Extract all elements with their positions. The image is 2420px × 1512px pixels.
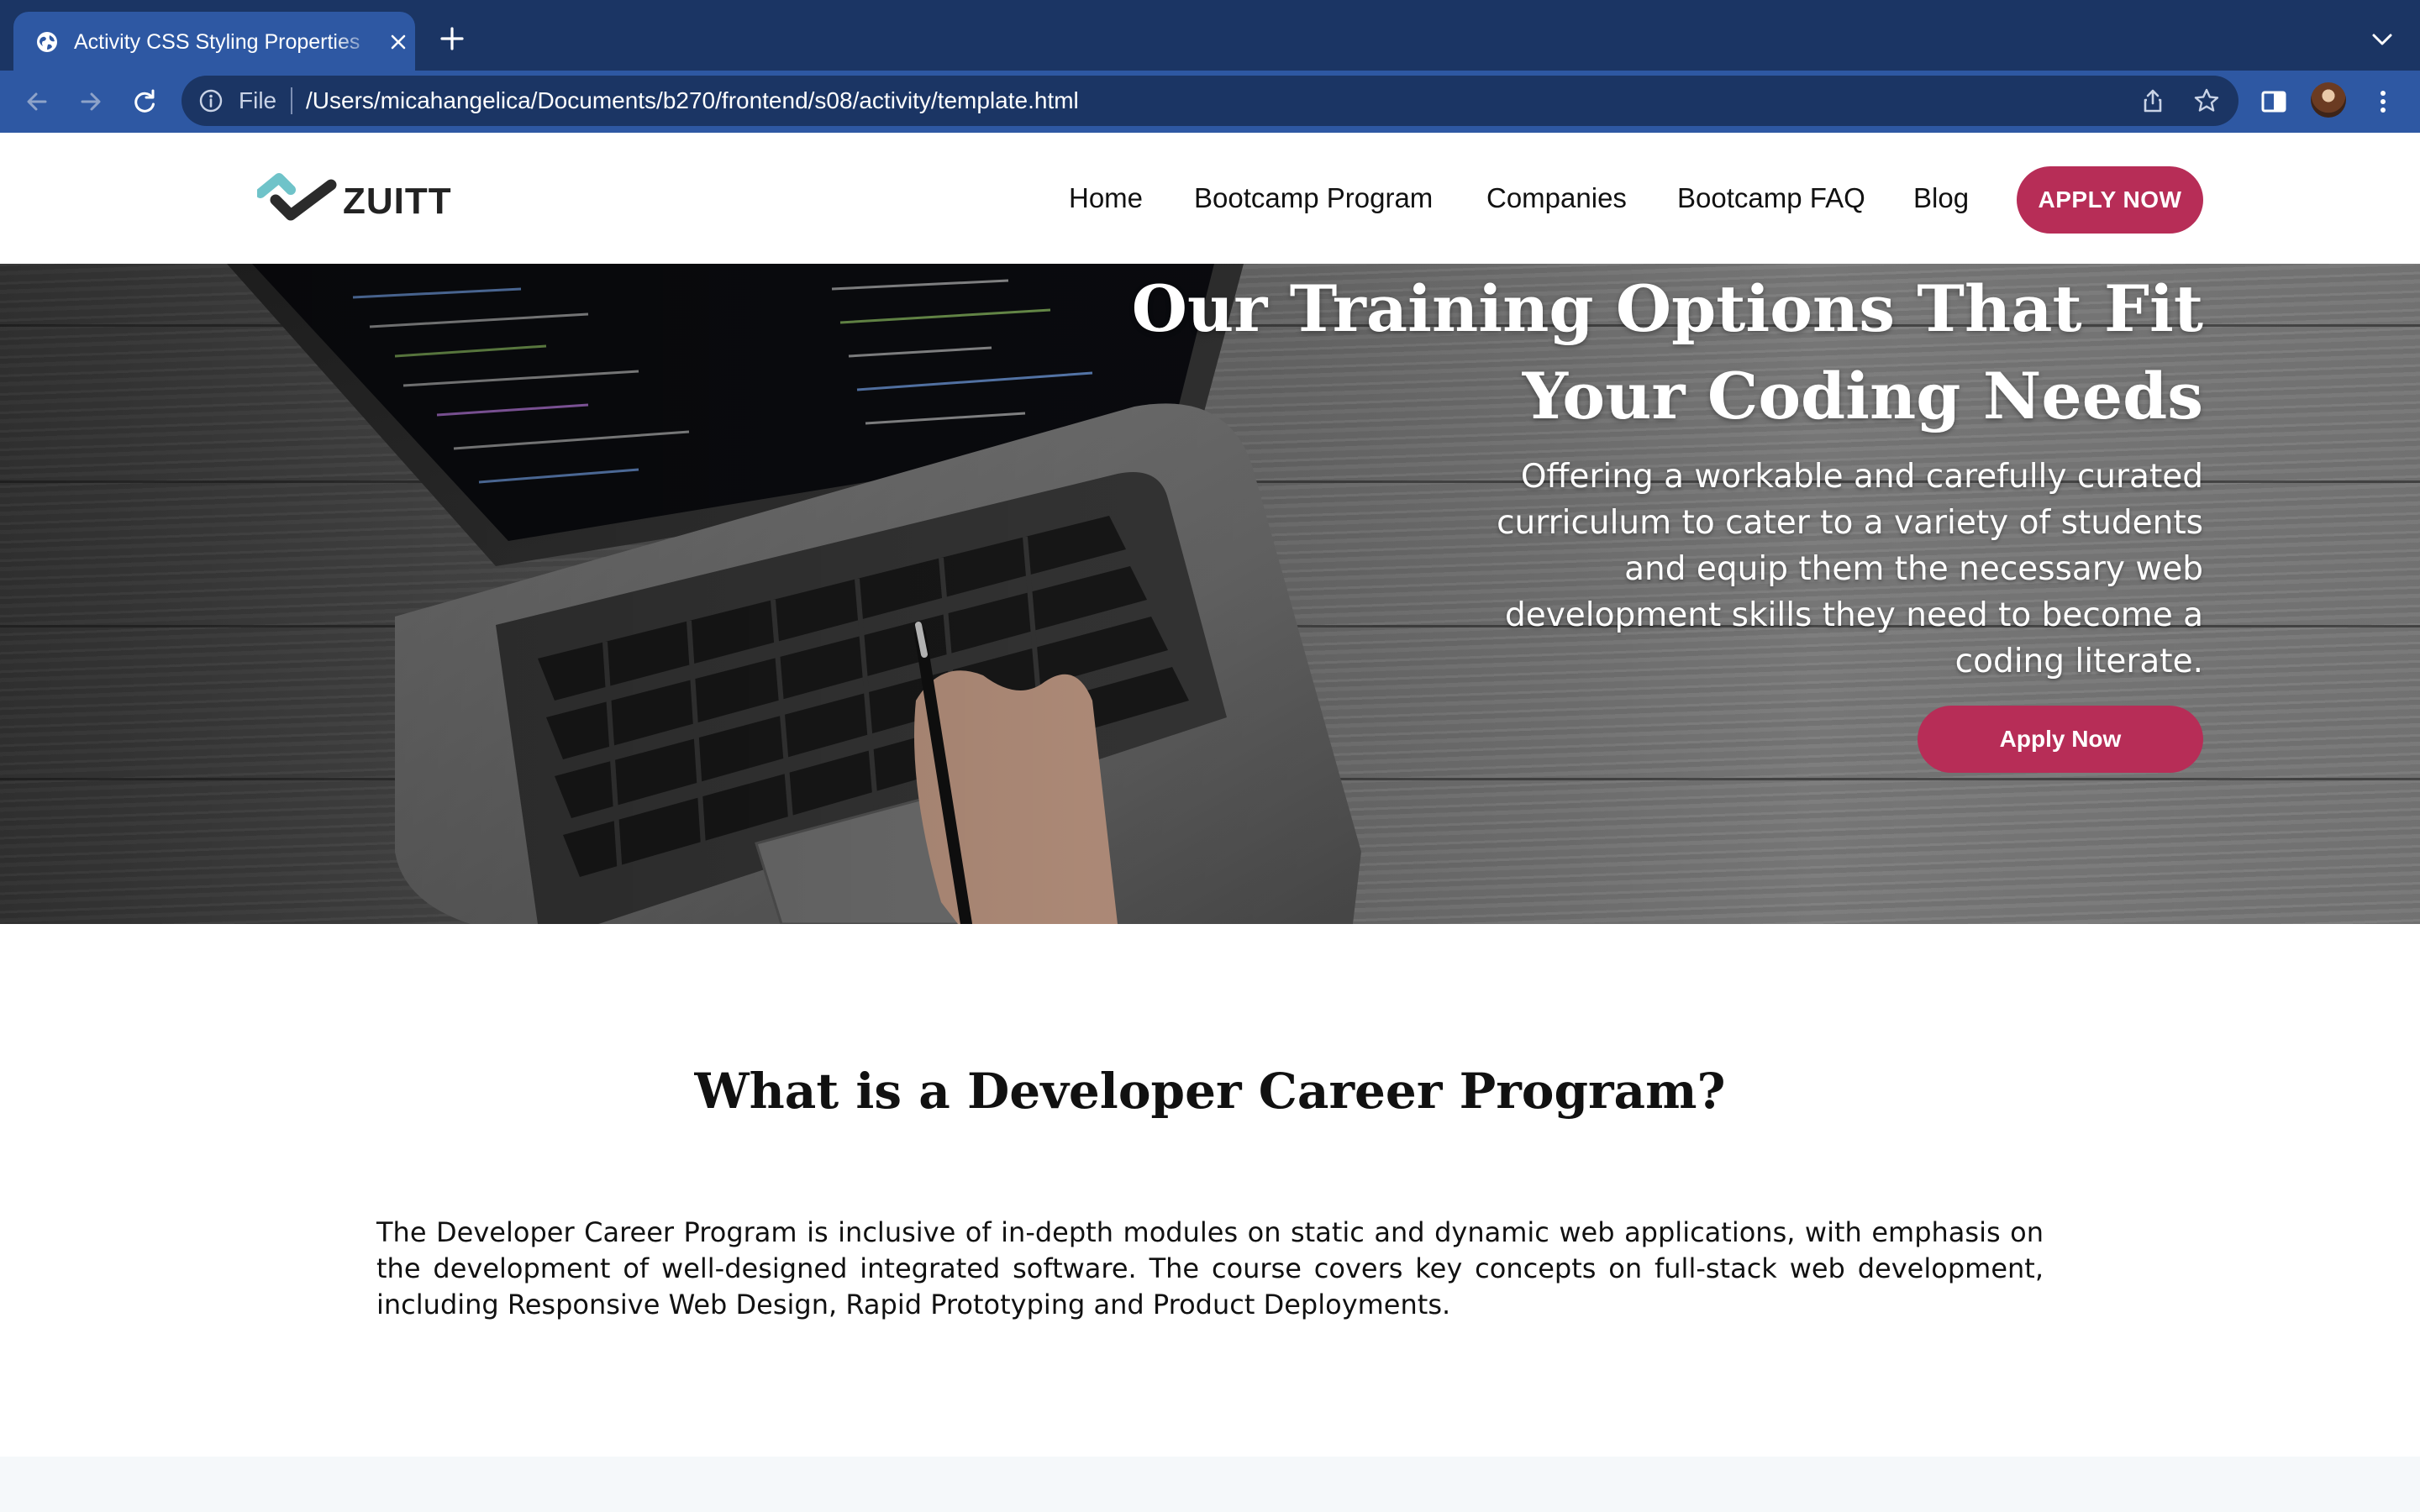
side-panel-icon[interactable] (2259, 87, 2289, 117)
address-divider (291, 87, 292, 114)
arrow-right-icon[interactable] (76, 87, 106, 117)
nav-bootcamp-program[interactable]: Bootcamp Program (1194, 178, 1433, 218)
next-section-band (0, 1457, 2420, 1512)
hero-title: Our Training Options That Fit Your Codin… (1126, 265, 2203, 440)
hero-subtitle-line: Offering a workable and carefully curate… (1520, 458, 2203, 496)
hero-title-line: Your Coding Needs (1522, 359, 2203, 433)
hero-subtitle-line: and equip them the necessary web (1624, 550, 2203, 588)
star-icon[interactable] (2193, 87, 2220, 114)
nav-companies[interactable]: Companies (1486, 178, 1627, 218)
apply-now-button[interactable]: APPLY NOW (2017, 166, 2203, 234)
address-scheme: File (239, 87, 277, 113)
address-bar[interactable]: File /Users/micahangelica/Documents/b270… (182, 76, 2238, 126)
browser-tab-strip: Activity CSS Styling Properties (0, 0, 2420, 71)
hero-subtitle-line: coding literate. (1954, 643, 2203, 680)
globe-icon (37, 32, 57, 52)
nav-bootcamp-faq[interactable]: Bootcamp FAQ (1677, 178, 1865, 218)
hero-subtitle: Offering a workable and carefully curate… (1496, 454, 2203, 685)
profile-avatar[interactable] (2311, 82, 2346, 118)
chevron-down-icon[interactable] (2370, 30, 2395, 49)
reload-icon[interactable] (129, 87, 160, 117)
logo-text: ZUITT (343, 181, 452, 222)
hero-title-line: Our Training Options That Fit (1131, 271, 2203, 346)
program-description: The Developer Career Program is inclusiv… (376, 1216, 2044, 1320)
address-url[interactable]: /Users/micahangelica/Documents/b270/fron… (306, 86, 1079, 116)
hero-subtitle-line: curriculum to cater to a variety of stud… (1497, 504, 2203, 542)
arrow-left-icon[interactable] (22, 87, 52, 117)
site-header: ZUITT Home Bootcamp Program Companies Bo… (0, 133, 2420, 264)
tab-title: Activity CSS Styling Properties (74, 30, 360, 54)
browser-tab-active[interactable]: Activity CSS Styling Properties (13, 12, 415, 71)
hero-section: Our Training Options That Fit Your Codin… (0, 264, 2420, 924)
plus-icon[interactable] (439, 25, 466, 52)
kebab-menu-icon[interactable] (2368, 87, 2398, 117)
zuitt-logo-mark (257, 173, 337, 221)
info-icon[interactable] (198, 88, 224, 113)
hero-subtitle-line: development skills they need to become a (1504, 596, 2203, 634)
hero-apply-now-button[interactable]: Apply Now (1918, 706, 2203, 773)
share-icon[interactable] (2139, 87, 2166, 114)
nav-blog[interactable]: Blog (1913, 178, 1969, 218)
zuitt-logo[interactable]: ZUITT (257, 166, 451, 234)
close-icon[interactable] (388, 32, 408, 52)
nav-home[interactable]: Home (1069, 178, 1143, 218)
program-heading: What is a Developer Career Program? (694, 1063, 1726, 1120)
